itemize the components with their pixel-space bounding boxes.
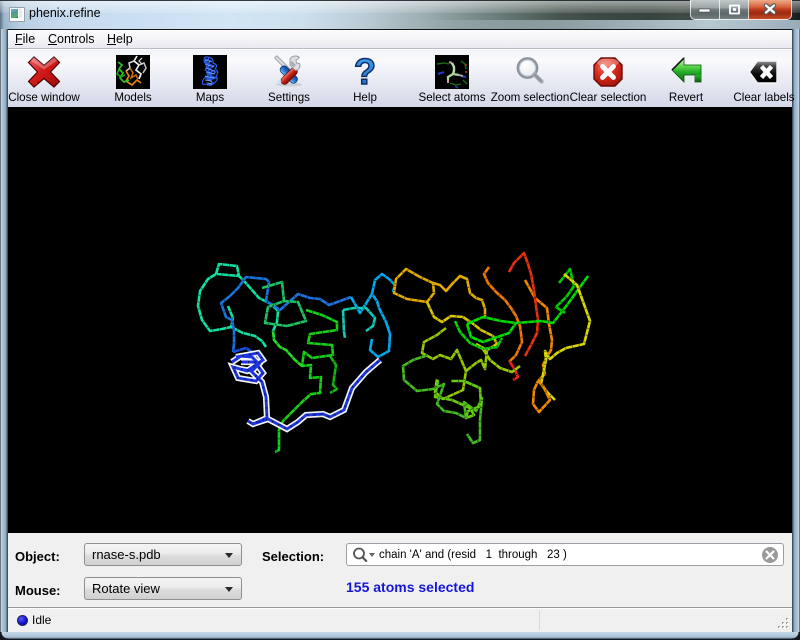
svg-text:?: ? bbox=[354, 55, 376, 89]
